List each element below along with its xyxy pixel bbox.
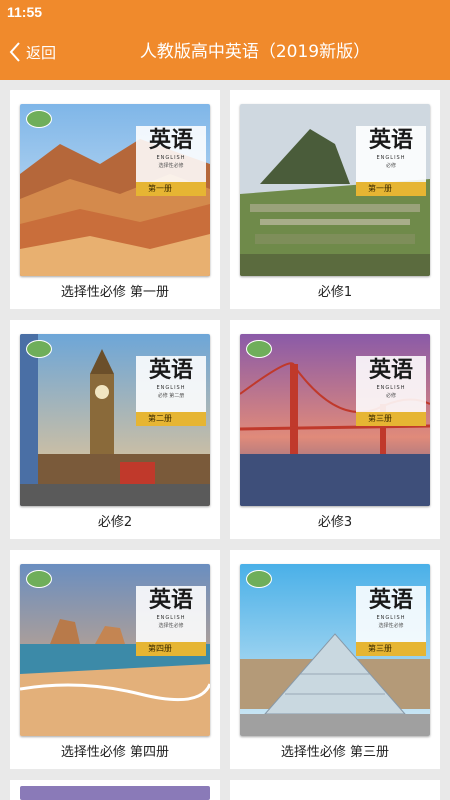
book-label: 选择性必修 第三册: [280, 745, 390, 760]
page-title: 人教版高中英语（2019新版）: [139, 42, 371, 62]
book-label: 必修1: [317, 285, 353, 300]
book-label: 选择性必修 第一册: [60, 285, 170, 300]
cover-subtitle: 必修: [385, 393, 396, 399]
cover-subtitle-en: ENGLISH: [376, 385, 406, 391]
book-card[interactable]: 英语 ENGLISH 选择性必修 第一册 选择性必修 第一册: [10, 90, 220, 309]
book-card[interactable]: 英语 ENGLISH 必修 第二册 第二册 必修2: [10, 320, 220, 539]
cover-subtitle: 必修: [385, 163, 396, 169]
chevron-left-icon: [9, 42, 20, 62]
status-bar: 11:55: [0, 0, 450, 25]
book-cover: 英语 ENGLISH 选择性必修 第四册: [20, 564, 210, 736]
cover-subtitle-en: ENGLISH: [156, 155, 186, 161]
app-bar: 返回 人教版高中英语（2019新版）: [0, 25, 450, 80]
publisher-logo: [26, 340, 52, 358]
status-time: 11:55: [7, 4, 43, 20]
cover-title: 英语: [368, 127, 413, 153]
cover-subtitle-en: ENGLISH: [156, 385, 186, 391]
book-card[interactable]: 英语 ENGLISH 必修 第一册 必修1: [230, 90, 440, 309]
cover-title-block: 英语 ENGLISH 必修 第二册: [136, 356, 206, 412]
cover-title-block: 英语 ENGLISH 选择性必修: [136, 126, 206, 182]
book-label: 必修3: [317, 515, 353, 530]
cover-title: 英语: [148, 587, 193, 613]
back-button[interactable]: 返回: [8, 37, 56, 67]
cover-volume: 第一册: [136, 182, 206, 196]
book-cover-partial: [20, 786, 210, 800]
cover-volume: 第四册: [136, 642, 206, 656]
cover-volume: 第二册: [136, 412, 206, 426]
book-cover: 英语 ENGLISH 必修 第一册: [240, 104, 430, 276]
cover-subtitle-en: ENGLISH: [376, 155, 406, 161]
book-label: 必修2: [97, 515, 133, 530]
cover-volume: 第一册: [356, 182, 426, 196]
book-card[interactable]: 英语 ENGLISH 选择性必修 第四册 选择性必修 第四册: [10, 550, 220, 769]
cover-title-block: 英语 ENGLISH 选择性必修: [356, 586, 426, 642]
cover-subtitle: 选择性必修: [378, 623, 404, 629]
cover-title: 英语: [368, 587, 413, 613]
cover-title: 英语: [368, 357, 413, 383]
book-cover: 英语 ENGLISH 必修 第三册: [240, 334, 430, 506]
cover-subtitle: 选择性必修: [158, 623, 184, 629]
cover-title: 英语: [148, 127, 193, 153]
cover-title-block: 英语 ENGLISH 必修: [356, 356, 426, 412]
cover-volume: 第三册: [356, 412, 426, 426]
cover-title-block: 英语 ENGLISH 必修: [356, 126, 426, 182]
cover-subtitle: 选择性必修: [158, 163, 184, 169]
cover-subtitle-en: ENGLISH: [376, 615, 406, 621]
cover-volume: 第三册: [356, 642, 426, 656]
publisher-logo: [26, 570, 52, 588]
publisher-logo: [246, 570, 272, 588]
book-label: 选择性必修 第四册: [60, 745, 170, 760]
cover-subtitle: 必修 第二册: [157, 393, 185, 399]
book-card[interactable]: 英语 ENGLISH 必修 第三册 必修3: [230, 320, 440, 539]
cover-subtitle-en: ENGLISH: [156, 615, 186, 621]
book-grid: 英语 ENGLISH 选择性必修 第一册 选择性必修 第一册 英语 ENGLIS: [0, 80, 450, 800]
book-card[interactable]: 英语 ENGLISH 选择性必修 第三册 选择性必修 第三册: [230, 550, 440, 769]
book-card-partial[interactable]: [10, 780, 220, 800]
cover-title: 英语: [148, 357, 193, 383]
back-label: 返回: [26, 43, 57, 62]
publisher-logo: [246, 340, 272, 358]
book-cover: 英语 ENGLISH 选择性必修 第三册: [240, 564, 430, 736]
book-cover: 英语 ENGLISH 选择性必修 第一册: [20, 104, 210, 276]
book-card-partial[interactable]: [230, 780, 440, 800]
cover-title-block: 英语 ENGLISH 选择性必修: [136, 586, 206, 642]
publisher-logo: [26, 110, 52, 128]
book-cover: 英语 ENGLISH 必修 第二册 第二册: [20, 334, 210, 506]
